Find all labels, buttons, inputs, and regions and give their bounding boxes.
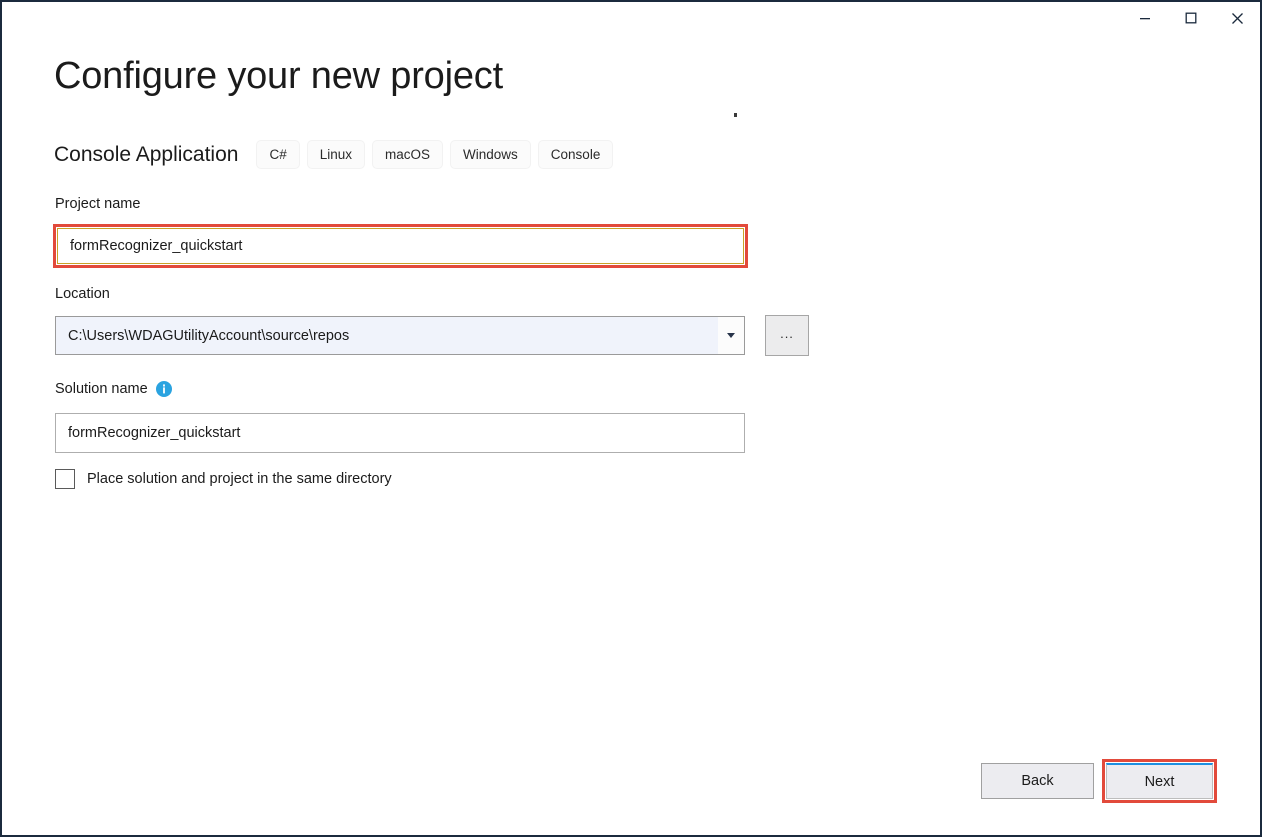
location-value: C:\Users\WDAGUtilityAccount\source\repos	[56, 328, 718, 344]
template-name: Console Application	[54, 143, 238, 167]
project-name-input[interactable]: formRecognizer_quickstart	[57, 228, 744, 264]
solution-name-label-text: Solution name	[55, 381, 148, 397]
same-directory-label: Place solution and project in the same d…	[87, 471, 392, 487]
chevron-down-icon[interactable]	[718, 317, 744, 354]
location-label: Location	[55, 286, 110, 302]
template-summary: Console Application C# Linux macOS Windo…	[54, 141, 612, 168]
solution-name-input[interactable]: formRecognizer_quickstart	[55, 413, 745, 453]
location-combobox[interactable]: C:\Users\WDAGUtilityAccount\source\repos	[55, 316, 745, 355]
solution-name-label: Solution name	[55, 381, 172, 397]
same-directory-checkbox[interactable]	[55, 469, 75, 489]
tag-language: C#	[257, 141, 298, 168]
stray-pixel-artifact	[734, 113, 737, 117]
back-button[interactable]: Back	[981, 763, 1094, 799]
next-button[interactable]: Next	[1106, 763, 1213, 799]
maximize-button[interactable]	[1168, 2, 1214, 34]
project-name-label: Project name	[55, 196, 140, 212]
same-directory-row[interactable]: Place solution and project in the same d…	[55, 469, 392, 489]
tag-macos: macOS	[373, 141, 442, 168]
close-button[interactable]	[1214, 2, 1260, 34]
browse-location-button[interactable]: ...	[765, 315, 809, 356]
configure-project-dialog: Configure your new project Console Appli…	[0, 0, 1262, 837]
page-title: Configure your new project	[54, 55, 503, 98]
title-bar	[2, 2, 1260, 44]
info-icon[interactable]	[156, 381, 172, 397]
tag-console: Console	[539, 141, 613, 168]
tag-linux: Linux	[308, 141, 364, 168]
minimize-button[interactable]	[1122, 2, 1168, 34]
tag-windows: Windows	[451, 141, 530, 168]
